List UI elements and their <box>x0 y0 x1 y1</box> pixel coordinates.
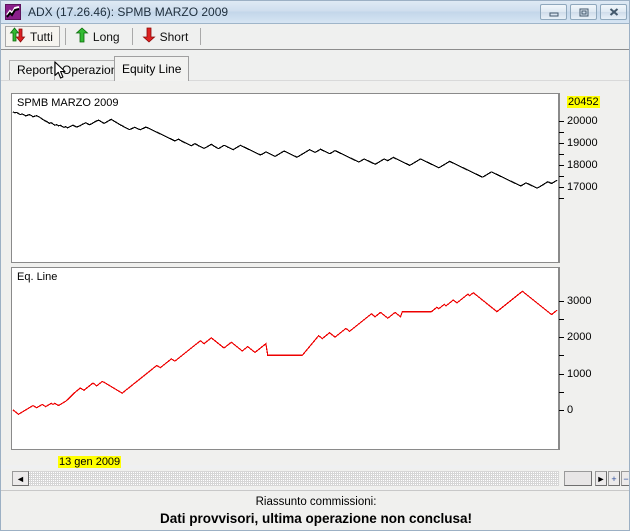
adx-window: ADX (17.26.46): SPMB MARZO 2009 Tutti Lo… <box>0 0 630 531</box>
x-axis-date-label: 13 gen 2009 <box>58 456 122 468</box>
up-down-arrows-icon <box>9 27 26 46</box>
zoom-in-button[interactable]: + <box>608 471 620 486</box>
axis-tick <box>559 121 564 123</box>
axis-tick <box>559 154 564 156</box>
tab-strip: Report Operazioni Equity Line <box>1 50 629 82</box>
axis-tick-label: 20000 <box>567 115 598 128</box>
equity-chart-panel[interactable]: Eq. Line <box>11 267 559 450</box>
left-arrow-icon: ◄ <box>16 473 25 484</box>
tab-underline <box>1 80 629 81</box>
chart-area: SPMB MARZO 2009 Eq. Line <box>1 82 629 465</box>
axis-tick <box>559 165 564 167</box>
axis-tick <box>559 300 564 302</box>
axis-tick <box>559 187 564 188</box>
toolbar-separator-1 <box>64 28 66 45</box>
axis-tick <box>559 132 564 134</box>
red-down-arrow-icon <box>142 27 156 46</box>
window-controls <box>540 4 627 20</box>
restore-icon <box>579 8 588 17</box>
price-axis-line <box>559 93 560 263</box>
toolbar-separator-3 <box>200 28 202 45</box>
toolbar-label-tutti: Tutti <box>30 29 53 44</box>
equity-chart-label: Eq. Line <box>17 271 58 283</box>
axis-tick-label: 19000 <box>567 137 598 150</box>
close-icon <box>609 8 618 16</box>
chart-line-icon <box>5 4 21 20</box>
axis-tick <box>559 409 564 411</box>
toolbar-label-long: Long <box>92 29 120 44</box>
plus-icon: + <box>611 473 617 484</box>
toolbar-button-long[interactable]: Long <box>71 26 127 47</box>
axis-tick <box>559 391 564 393</box>
toolbar: Tutti Long Short <box>1 24 629 50</box>
toolbar-label-short: Short <box>159 29 189 44</box>
price-axis: 20000 19000 18000 17000 20452 <box>559 93 629 263</box>
axis-tick-label: 2000 <box>567 331 592 344</box>
scroll-right-button[interactable]: ► <box>595 471 607 486</box>
axis-tick <box>559 143 564 145</box>
equity-axis-line <box>559 267 560 450</box>
price-current-value-badge: 20452 <box>567 96 600 108</box>
axis-tick-label: 18000 <box>567 159 598 172</box>
green-up-arrow-icon <box>75 27 89 46</box>
title-bar: ADX (17.26.46): SPMB MARZO 2009 <box>1 1 629 24</box>
price-series-line <box>12 111 558 189</box>
minimize-icon <box>549 12 558 17</box>
horizontal-scrollbar: ◄ ► + − <box>1 469 629 489</box>
scrollbar-track[interactable] <box>12 471 559 486</box>
axis-tick-label: 1000 <box>567 367 592 380</box>
minus-icon: − <box>623 473 629 484</box>
equity-series-line <box>12 290 558 415</box>
close-button[interactable] <box>600 4 627 20</box>
axis-tick-label: 17000 <box>567 181 598 193</box>
window-title: ADX (17.26.46): SPMB MARZO 2009 <box>28 5 229 19</box>
toolbar-separator-2 <box>131 28 133 45</box>
right-arrow-icon: ► <box>596 473 606 484</box>
price-chart-panel[interactable]: SPMB MARZO 2009 <box>11 93 559 263</box>
provisional-data-warning: Dati provvisori, ultima operazione non c… <box>159 511 473 526</box>
axis-tick-label: 0 <box>567 403 574 416</box>
axis-tick <box>559 318 564 320</box>
axis-tick <box>559 176 564 177</box>
tab-equity-line[interactable]: Equity Line <box>114 56 190 81</box>
axis-tick <box>559 373 564 375</box>
axis-tick-label: 3000 <box>567 294 592 307</box>
scroll-left-button[interactable]: ◄ <box>12 471 29 486</box>
axis-tick <box>559 198 564 199</box>
scrollbar-thumb[interactable] <box>564 471 592 486</box>
axis-tick <box>559 337 564 339</box>
toolbar-button-short[interactable]: Short <box>138 26 196 47</box>
equity-axis: 3000 2000 1000 0 <box>559 267 629 450</box>
commissions-summary-label: Riassunto commissioni: <box>255 496 377 508</box>
restore-button[interactable] <box>570 4 597 20</box>
toolbar-button-tutti[interactable]: Tutti <box>5 26 60 47</box>
zoom-out-button[interactable]: − <box>621 471 629 486</box>
minimize-button[interactable] <box>540 4 567 20</box>
status-bar: Riassunto commissioni: Dati provvisori, … <box>1 490 629 530</box>
price-chart-label: SPMB MARZO 2009 <box>17 97 119 109</box>
axis-tick <box>559 355 564 357</box>
